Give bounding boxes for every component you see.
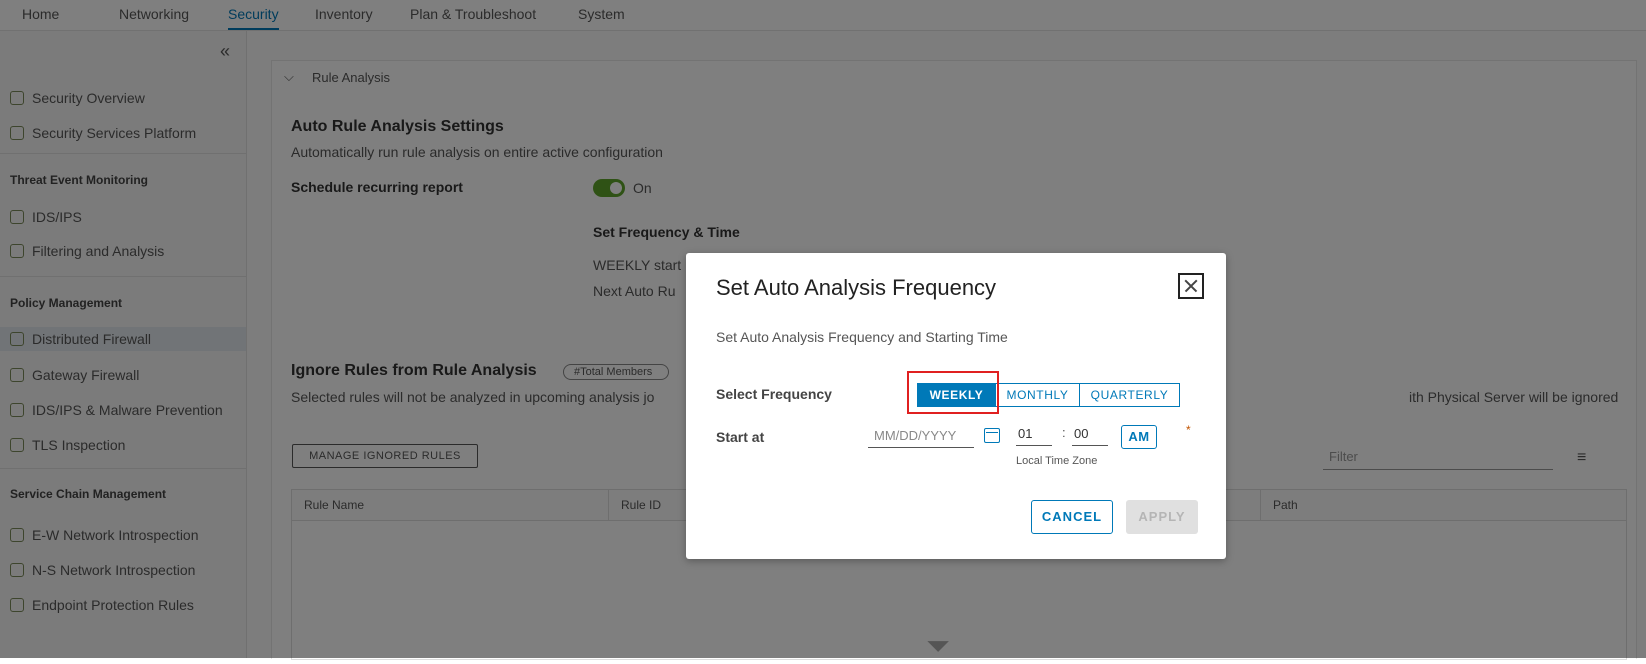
minute-input[interactable]: 00 (1072, 423, 1108, 446)
frequency-monthly-button[interactable]: MONTHLY (996, 383, 1080, 407)
cancel-button[interactable]: CANCEL (1031, 500, 1113, 534)
start-date-input[interactable]: MM/DD/YYYY (868, 425, 974, 448)
select-frequency-label: Select Frequency (716, 386, 832, 402)
modal-title: Set Auto Analysis Frequency (716, 275, 997, 300)
hour-input[interactable]: 01 (1016, 423, 1052, 446)
start-at-label: Start at (716, 429, 765, 445)
frequency-quarterly-button[interactable]: QUARTERLY (1080, 383, 1180, 407)
calendar-icon[interactable] (984, 428, 1000, 443)
set-frequency-modal: Set Auto Analysis Frequency Set Auto Ana… (686, 253, 1226, 559)
apply-button[interactable]: APPLY (1126, 500, 1198, 534)
required-mark: * (1186, 423, 1191, 437)
highlight-box (907, 371, 999, 414)
timezone-label: Local Time Zone (1016, 455, 1098, 467)
close-icon[interactable] (1178, 273, 1204, 299)
modal-subtitle: Set Auto Analysis Frequency and Starting… (716, 329, 1008, 345)
ampm-toggle-button[interactable]: AM (1121, 425, 1157, 449)
time-separator: : (1062, 425, 1066, 440)
